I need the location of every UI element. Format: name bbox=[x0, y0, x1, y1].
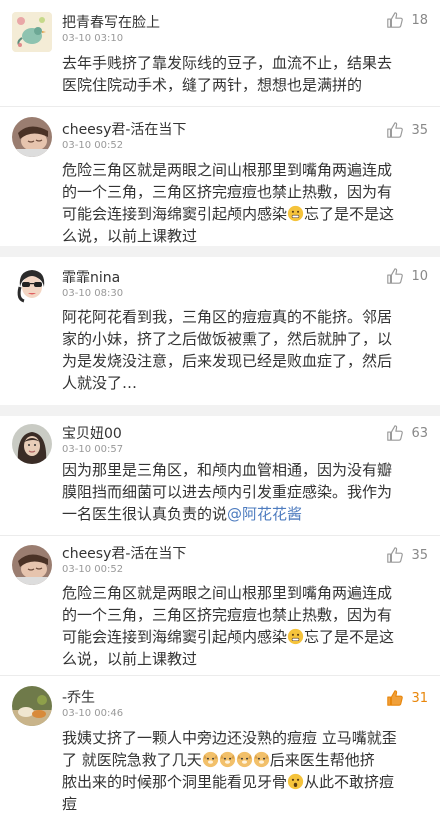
mention-link[interactable]: @阿花花酱 bbox=[227, 505, 302, 523]
comment-item: cheesy君-活在当下 03-10 00:52 35 危险三角区就是两眼之间山… bbox=[0, 107, 440, 245]
avatar[interactable] bbox=[12, 545, 52, 585]
thumbs-up-icon bbox=[387, 547, 404, 563]
comment-line: 因为那里是三角区，和颅内血管相通，因为没有瓣 bbox=[62, 461, 393, 479]
section-separator bbox=[0, 246, 440, 257]
comment-list: 把青春写在脸上 03-10 03:10 18 去年手贱挤了靠发际线的豆子，血流不… bbox=[0, 0, 440, 821]
username[interactable]: -乔生 bbox=[62, 687, 95, 707]
like-count: 35 bbox=[411, 122, 428, 138]
like-button[interactable]: 63 bbox=[386, 423, 428, 443]
sleeping-person-avatar-icon bbox=[12, 545, 52, 585]
comment-line: 可能会连接到海绵窦引起颅内感染 忘了是不是这 bbox=[62, 203, 418, 225]
comment-line: 的一个三角，三角区挤完痘痘也禁止热敷，因为有 bbox=[62, 183, 393, 201]
comment-line: 的一个三角，三角区挤完痘痘也禁止热敷，因为有 bbox=[62, 606, 393, 624]
comment-line: 去年手贱挤了靠发际线的豆子，血流不止，结果去 bbox=[62, 54, 393, 72]
comment-item: -乔生 03-10 00:46 31 我姨丈挤了一颗人中旁边还没熟的痘痘 立马嘴… bbox=[0, 676, 440, 821]
like-button[interactable]: 35 bbox=[386, 120, 428, 140]
comment-line: 危险三角区就是两眼之间山根那里到嘴角两遍连成 bbox=[62, 584, 393, 602]
avatar[interactable] bbox=[12, 117, 52, 157]
comment-line: 医院住院动手术，缝了两针，想想也是满拼的 bbox=[62, 76, 363, 94]
timestamp: 03-10 00:46 bbox=[62, 708, 124, 719]
like-count: 18 bbox=[411, 12, 428, 28]
username[interactable]: 霏霏nina bbox=[62, 267, 120, 287]
doge-emoji-icon bbox=[202, 751, 219, 768]
comment-line: 了 就医院急救了几天 后来医生帮他挤 bbox=[62, 749, 418, 771]
comment-line: 膜阻挡而细菌可以进去颅内引发重症感染。我作为 bbox=[62, 483, 393, 501]
comment-item: 把青春写在脸上 03-10 03:10 18 去年手贱挤了靠发际线的豆子，血流不… bbox=[0, 0, 440, 104]
avatar[interactable] bbox=[12, 424, 52, 464]
sleeping-person-avatar-icon bbox=[12, 117, 52, 157]
comment-line: 阿花阿花看到我，三角区的痘痘真的不能挤。邻居 bbox=[62, 308, 393, 326]
comment-line: 我姨丈挤了一颗人中旁边还没熟的痘痘 立马嘴就歪 bbox=[62, 729, 397, 747]
doge-emoji-icon bbox=[236, 751, 253, 768]
bird-illustration-avatar-icon bbox=[12, 12, 52, 52]
like-button[interactable]: 31 bbox=[386, 688, 428, 708]
username[interactable]: cheesy君-活在当下 bbox=[62, 543, 186, 563]
like-button[interactable]: 35 bbox=[386, 545, 428, 565]
comment-line-part: 了 就医院急救了几天 bbox=[62, 751, 202, 769]
like-count: 31 bbox=[411, 690, 428, 706]
doge-emoji-icon bbox=[253, 751, 270, 768]
comment-text: 因为那里是三角区，和颅内血管相通，因为没有瓣 膜阻挡而细菌可以进去颅内引发重症感… bbox=[62, 459, 418, 525]
like-button[interactable]: 10 bbox=[386, 266, 428, 286]
comment-line-part: 从此不敢挤痘 bbox=[304, 773, 395, 791]
avatar[interactable] bbox=[12, 686, 52, 726]
avatar[interactable] bbox=[12, 12, 52, 52]
username[interactable]: 宝贝妞00 bbox=[62, 423, 122, 443]
timestamp: 03-10 00:57 bbox=[62, 444, 124, 455]
like-button[interactable]: 18 bbox=[386, 10, 428, 30]
comment-line: 人就没了… bbox=[62, 374, 138, 392]
awkward-face-emoji-icon bbox=[287, 628, 304, 645]
woman-photo-avatar-icon bbox=[12, 424, 52, 464]
thumbs-up-icon bbox=[387, 122, 404, 138]
like-count: 35 bbox=[411, 547, 428, 563]
section-separator bbox=[0, 405, 440, 416]
food-photo-avatar-icon bbox=[12, 686, 52, 726]
comment-text: 危险三角区就是两眼之间山根那里到嘴角两遍连成 的一个三角，三角区挤完痘痘也禁止热… bbox=[62, 582, 418, 670]
avatar[interactable] bbox=[12, 265, 52, 305]
username[interactable]: 把青春写在脸上 bbox=[62, 12, 160, 32]
comment-text: 去年手贱挤了靠发际线的豆子，血流不止，结果去 医院住院动手术，缝了两针，想想也是… bbox=[62, 52, 418, 96]
comment-line-part: 脓出来的时候那个洞里能看见牙骨 bbox=[62, 773, 288, 791]
timestamp: 03-10 08:30 bbox=[62, 288, 124, 299]
comment-line: 痘 bbox=[62, 795, 78, 813]
thumbs-up-icon bbox=[387, 268, 404, 284]
comment-line: 么说，以前上课教过 bbox=[62, 227, 198, 245]
comment-line-part: 忘了是不是这 bbox=[304, 205, 395, 223]
timestamp: 03-10 03:10 bbox=[62, 33, 124, 44]
comment-line: 可能会连接到海绵窦引起颅内感染 忘了是不是这 bbox=[62, 626, 418, 648]
comment-line: 为是发烧没注意，后来发现已经是败血症了，然后 bbox=[62, 352, 393, 370]
comment-line: 一名医生很认真负责的说@阿花花酱 bbox=[62, 503, 418, 525]
thumbs-up-filled-icon bbox=[387, 690, 404, 706]
like-count: 10 bbox=[411, 268, 428, 284]
comment-line: 危险三角区就是两眼之间山根那里到嘴角两遍连成 bbox=[62, 161, 393, 179]
like-count: 63 bbox=[411, 425, 428, 441]
thumbs-up-icon bbox=[387, 425, 404, 441]
comment-text: 阿花阿花看到我，三角区的痘痘真的不能挤。邻居 家的小妹，挤了之后做饭被熏了，然后… bbox=[62, 306, 418, 394]
timestamp: 03-10 00:52 bbox=[62, 140, 124, 151]
comment-line-part: 可能会连接到海绵窦引起颅内感染 bbox=[62, 205, 288, 223]
awkward-face-emoji-icon bbox=[287, 205, 304, 222]
comment-line-part: 一名医生很认真负责的说 bbox=[62, 505, 228, 523]
comment-line-part: 忘了是不是这 bbox=[304, 628, 395, 646]
comment-line: 家的小妹，挤了之后做饭被熏了，然后就肿了，以 bbox=[62, 330, 393, 348]
comment-line: 脓出来的时候那个洞里能看见牙骨 从此不敢挤痘 bbox=[62, 771, 418, 793]
comment-item: cheesy君-活在当下 03-10 00:52 35 危险三角区就是两眼之间山… bbox=[0, 536, 440, 674]
comment-item: 霏霏nina 03-10 08:30 10 阿花阿花看到我，三角区的痘痘真的不能… bbox=[0, 257, 440, 397]
girl-sunglasses-avatar-icon bbox=[12, 265, 52, 305]
comment-text: 我姨丈挤了一颗人中旁边还没熟的痘痘 立马嘴就歪 了 就医院急救了几天 后来医生帮他… bbox=[62, 727, 418, 815]
timestamp: 03-10 00:52 bbox=[62, 564, 124, 575]
doge-emoji-icon bbox=[219, 751, 236, 768]
username[interactable]: cheesy君-活在当下 bbox=[62, 119, 186, 139]
comment-line-part: 可能会连接到海绵窦引起颅内感染 bbox=[62, 628, 288, 646]
comment-text: 危险三角区就是两眼之间山根那里到嘴角两遍连成 的一个三角，三角区挤完痘痘也禁止热… bbox=[62, 159, 418, 247]
thumbs-up-icon bbox=[387, 12, 404, 28]
comment-item: 宝贝妞00 03-10 00:57 63 因为那里是三角区，和颅内血管相通，因为… bbox=[0, 416, 440, 534]
scared-face-emoji-icon bbox=[287, 773, 304, 790]
comment-line-part: 后来医生帮他挤 bbox=[269, 751, 375, 769]
comment-line: 么说，以前上课教过 bbox=[62, 650, 198, 668]
